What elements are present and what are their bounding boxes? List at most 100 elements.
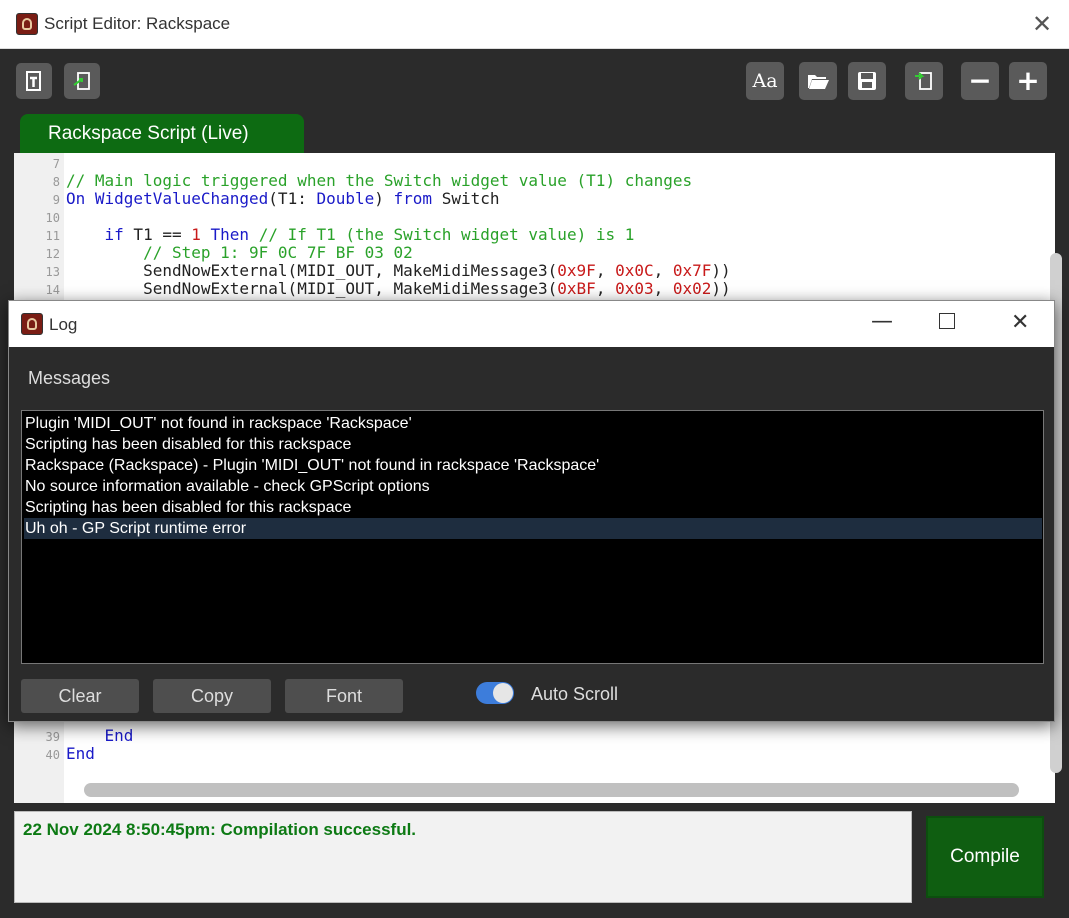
- code-token: SendNowExternal(MIDI_OUT, MakeMidiMessag…: [66, 261, 558, 280]
- log-title: Log: [49, 315, 78, 334]
- code-token: (T1:: [268, 189, 317, 208]
- code-token: ,: [653, 261, 673, 280]
- template-button[interactable]: [16, 63, 52, 99]
- minimize-icon[interactable]: —: [871, 311, 893, 333]
- code-token: )): [711, 261, 731, 280]
- close-icon[interactable]: ✕: [1032, 12, 1052, 36]
- code-token: T1 ==: [123, 225, 192, 244]
- code-token: Double: [316, 189, 375, 208]
- export-button[interactable]: [905, 62, 943, 100]
- tab-rackspace-script[interactable]: Rackspace Script (Live): [20, 114, 304, 154]
- code-token: // Step 1: 9F 0C 7F BF 03 02: [143, 243, 413, 262]
- log-message[interactable]: Uh oh - GP Script runtime error: [24, 518, 1042, 539]
- font-button[interactable]: Font: [285, 679, 403, 713]
- export-icon: [915, 72, 932, 90]
- code-token: )): [711, 279, 731, 298]
- line-number: 39: [45, 730, 60, 744]
- code-token: 0x03: [615, 279, 654, 298]
- code-token: ,: [653, 279, 673, 298]
- zoom-out-icon: −: [968, 64, 992, 97]
- line-number: 7: [52, 157, 60, 171]
- template-icon: [26, 71, 41, 91]
- zoom-in-icon: +: [1016, 64, 1040, 97]
- code-line: 39 End: [14, 726, 134, 745]
- log-message[interactable]: Scripting has been disabled for this rac…: [24, 434, 1042, 455]
- line-number: 40: [45, 748, 60, 762]
- font-icon: Aa: [752, 70, 778, 92]
- code-token: 0x02: [672, 279, 712, 298]
- save-icon: [858, 72, 876, 90]
- code-line: 9 On WidgetValueChanged(T1: Double) from …: [14, 190, 500, 208]
- code-line: 8 // Main logic triggered when the Switch…: [14, 172, 692, 190]
- code-token: 0x9F: [557, 261, 596, 280]
- line-number: 8: [52, 175, 60, 189]
- code-token: 0x7F: [672, 261, 712, 280]
- code-token: Then: [210, 225, 250, 244]
- compile-button[interactable]: Compile: [926, 816, 1044, 898]
- line-number: 11: [45, 229, 60, 243]
- code-line: 40 End: [14, 745, 95, 763]
- zoom-in-button[interactable]: +: [1009, 62, 1047, 100]
- code-token: ,: [595, 279, 616, 298]
- import-button[interactable]: [64, 63, 100, 99]
- open-folder-icon: [808, 75, 829, 89]
- code-token: On WidgetValueChanged: [66, 189, 269, 208]
- code-line: 10: [14, 208, 66, 226]
- code-token: 0x0C: [615, 261, 654, 280]
- message-list[interactable]: Plugin 'MIDI_OUT' not found in rackspace…: [21, 410, 1044, 664]
- log-message[interactable]: Plugin 'MIDI_OUT' not found in rackspace…: [24, 413, 1042, 434]
- window-title: Script Editor: Rackspace: [44, 14, 231, 33]
- line-number: 9: [52, 193, 60, 207]
- code-token: from: [393, 189, 433, 208]
- code-token: 0xBF: [557, 279, 596, 298]
- log-app-icon: [21, 313, 43, 335]
- code-token: if: [104, 225, 124, 244]
- log-message[interactable]: No source information available - check …: [24, 476, 1042, 497]
- zoom-out-button[interactable]: −: [961, 62, 999, 100]
- code-token: SendNowExternal(MIDI_OUT, MakeMidiMessag…: [66, 279, 558, 298]
- code-token: End: [104, 726, 134, 745]
- code-token: 1: [191, 225, 201, 244]
- save-button[interactable]: [848, 62, 886, 100]
- code-line: 13 SendNowExternal(MIDI_OUT, MakeMidiMes…: [14, 262, 731, 280]
- status-message: 22 Nov 2024 8:50:45pm: Compilation succe…: [23, 820, 417, 839]
- open-button[interactable]: [799, 62, 837, 100]
- log-window: Log — ✕ Messages Plugin 'MIDI_OUT' not f…: [8, 300, 1055, 722]
- code-token: ,: [595, 261, 616, 280]
- code-line: 11 if T1 == 1 Then // If T1 (the Switch …: [14, 225, 635, 244]
- log-message[interactable]: Rackspace (Rackspace) - Plugin 'MIDI_OUT…: [24, 455, 1042, 476]
- clear-button[interactable]: Clear: [21, 679, 139, 713]
- line-number: 13: [45, 265, 60, 279]
- code-token: // If T1 (the Switch widget value) is 1: [258, 225, 635, 244]
- code-token: End: [66, 744, 95, 763]
- line-number: 12: [45, 247, 60, 261]
- copy-button[interactable]: Copy: [153, 679, 271, 713]
- code-token: ): [374, 189, 394, 208]
- auto-scroll-toggle[interactable]: [476, 682, 514, 704]
- line-number: 14: [45, 283, 60, 297]
- status-panel: 22 Nov 2024 8:50:45pm: Compilation succe…: [14, 811, 912, 903]
- code-line: 12 // Step 1: 9F 0C 7F BF 03 02: [14, 244, 413, 262]
- code-token: Switch: [432, 189, 500, 208]
- log-message[interactable]: Scripting has been disabled for this rac…: [24, 497, 1042, 518]
- code-token: // Main logic triggered when the Switch …: [66, 171, 693, 190]
- auto-scroll-label: Auto Scroll: [531, 684, 619, 704]
- import-icon: [73, 72, 90, 90]
- code-line: 14 SendNowExternal(MIDI_OUT, MakeMidiMes…: [14, 280, 731, 298]
- toolbar: Aa − +: [0, 49, 1069, 111]
- app-icon: [16, 13, 38, 35]
- title-bar: Script Editor: Rackspace ✕: [0, 0, 1069, 49]
- maximize-icon[interactable]: [939, 313, 955, 329]
- messages-label: Messages: [28, 368, 111, 388]
- code-line: 7: [14, 154, 66, 172]
- horizontal-scrollbar[interactable]: [84, 783, 1019, 797]
- font-button[interactable]: Aa: [746, 62, 784, 100]
- close-icon[interactable]: ✕: [1011, 312, 1029, 334]
- line-number: 10: [45, 211, 60, 225]
- log-title-bar: Log — ✕: [9, 301, 1054, 347]
